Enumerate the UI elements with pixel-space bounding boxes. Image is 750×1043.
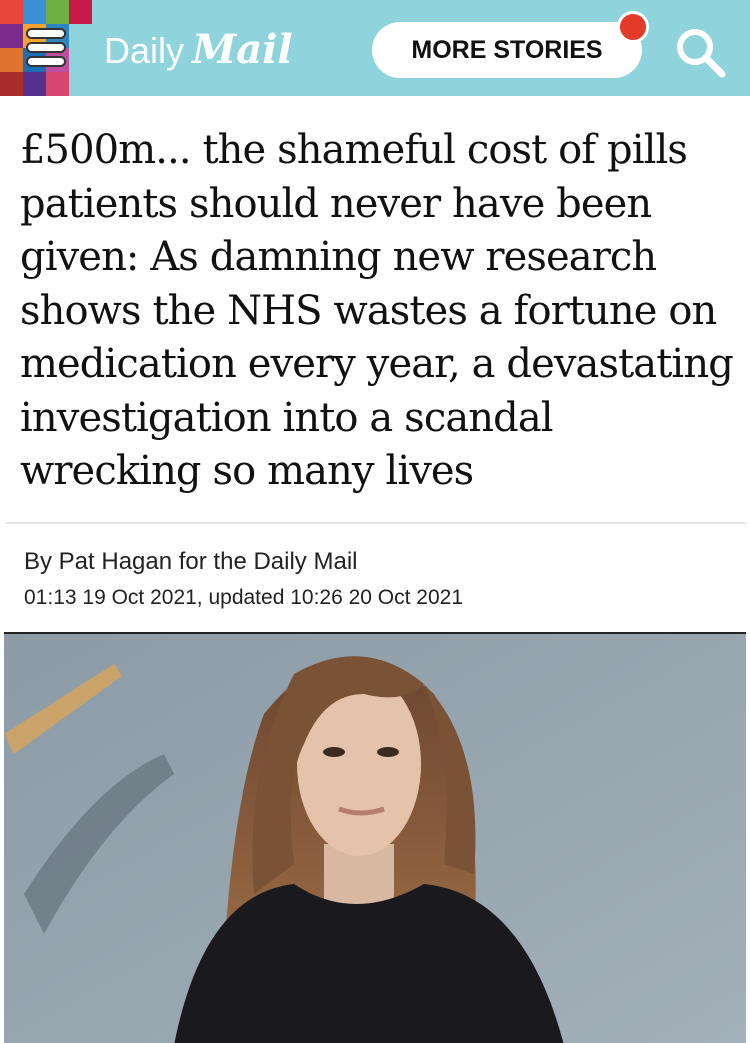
article-timestamp: 01:13 19 Oct 2021, updated 10:26 20 Oct … xyxy=(24,586,464,609)
article-byline: By Pat Hagan for the Daily Mail xyxy=(24,548,358,575)
site-header: Daily Mail MORE STORIES xyxy=(0,0,750,96)
more-stories-button[interactable]: MORE STORIES xyxy=(372,22,642,78)
logo-mail-text: Mail xyxy=(192,26,293,73)
article-photo-illustration xyxy=(4,634,746,1043)
daily-mail-logo[interactable]: Daily Mail xyxy=(104,26,293,73)
hamburger-menu-icon[interactable] xyxy=(22,24,70,72)
search-icon[interactable] xyxy=(670,22,730,82)
article-headline: £500m... the shameful cost of pills pati… xyxy=(20,127,734,494)
logo-daily-text: Daily xyxy=(104,30,185,71)
article-photo xyxy=(4,632,746,1043)
notification-dot xyxy=(617,11,649,43)
divider xyxy=(6,522,746,524)
